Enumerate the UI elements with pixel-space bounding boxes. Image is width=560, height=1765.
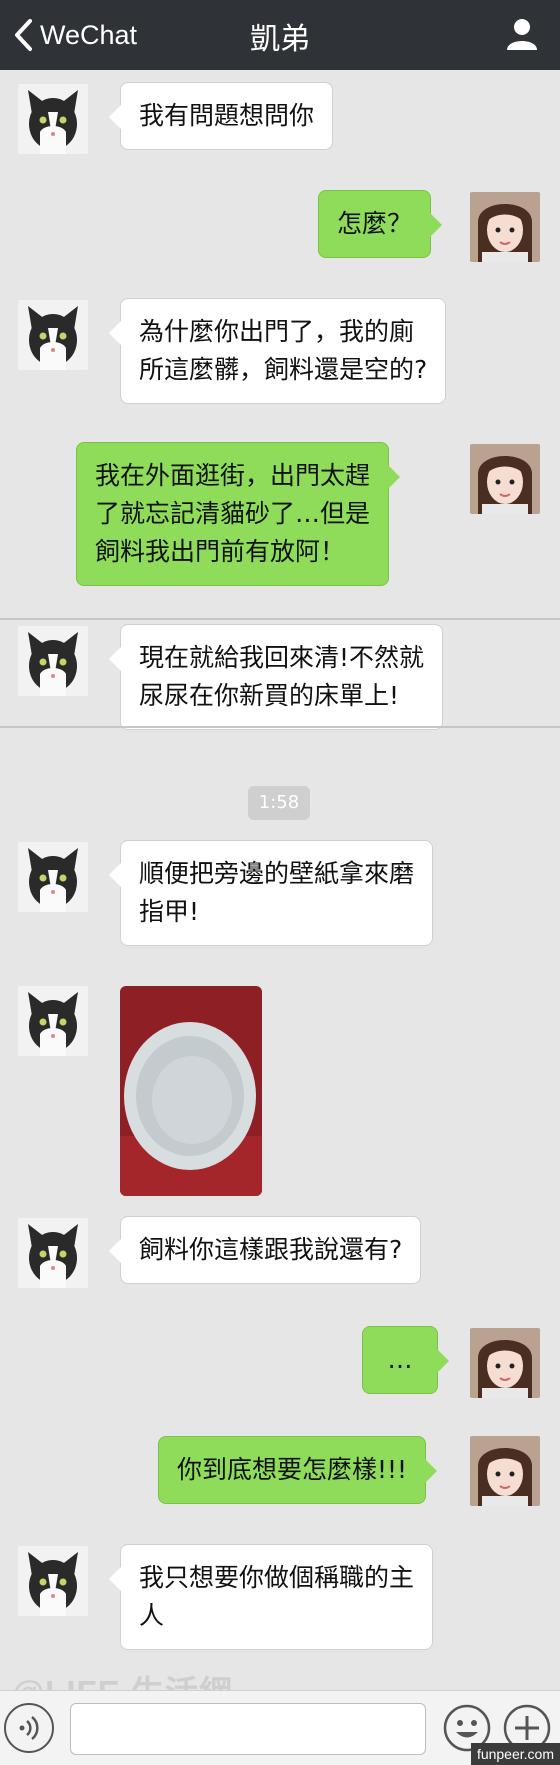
screenshot-seam xyxy=(0,726,560,728)
top-bar: WeChat 凱弟 xyxy=(0,0,560,70)
message-input[interactable] xyxy=(70,1703,426,1755)
cat-avatar[interactable] xyxy=(18,300,88,370)
message-bubble-incoming[interactable]: 順便把旁邊的壁紙拿來磨 指甲! xyxy=(108,840,434,946)
cat-avatar[interactable] xyxy=(18,1546,88,1616)
user-avatar[interactable] xyxy=(470,192,540,262)
message-text: 尿尿在你新買的床單上! xyxy=(139,681,400,710)
voice-button[interactable] xyxy=(4,1703,54,1753)
message-bubble-incoming[interactable]: 現在就給我回來清!不然就 尿尿在你新買的床單上! xyxy=(108,624,444,730)
timestamp-pill: 1:58 xyxy=(248,786,310,820)
message-bubble-incoming[interactable]: 我只想要你做個稱職的主 人 xyxy=(108,1544,434,1650)
cat-avatar[interactable] xyxy=(18,626,88,696)
message-text: 我在外面逛街，出門太趕 xyxy=(95,461,371,490)
screenshot-seam xyxy=(0,618,560,620)
chat-area[interactable]: 我有問題想問你 怎麼？ 為什麼你出門了，我的廁 所這麼髒，飼料還是空的? 我在外… xyxy=(0,70,560,1690)
message-text: 飼料我出門前有放阿！ xyxy=(95,537,346,566)
message-text: 為什麼你出門了，我的廁 xyxy=(139,317,415,346)
message-text: 我只想要你做個稱職的主 xyxy=(139,1563,415,1592)
cat-avatar[interactable] xyxy=(18,84,88,154)
chat-title: 凱弟 xyxy=(250,22,310,57)
message-text: 怎麼？ xyxy=(337,209,413,238)
message-text: 飼料你這樣跟我說還有? xyxy=(139,1235,403,1264)
message-text: 人 xyxy=(139,1601,165,1630)
message-text: 你到底想要怎麼樣!!! xyxy=(177,1455,408,1484)
voice-icon xyxy=(19,1716,39,1740)
message-bubble-outgoing[interactable]: 怎麼？ xyxy=(318,190,443,258)
cat-avatar[interactable] xyxy=(18,1218,88,1288)
message-text: 了就忘記清貓砂了…但是 xyxy=(95,499,371,528)
user-avatar[interactable] xyxy=(470,1436,540,1506)
user-avatar[interactable] xyxy=(470,1328,540,1398)
message-text: 順便把旁邊的壁紙拿來磨 xyxy=(139,859,415,888)
message-text: 指甲! xyxy=(139,897,200,926)
message-text: … xyxy=(387,1345,413,1374)
message-text: 現在就給我回來清!不然就 xyxy=(139,643,425,672)
credit-label: funpeer.com xyxy=(470,1743,560,1765)
message-bubble-incoming[interactable]: 為什麼你出門了，我的廁 所這麼髒，飼料還是空的? xyxy=(108,298,447,404)
cat-avatar[interactable] xyxy=(18,842,88,912)
image-message-empty-bowl[interactable] xyxy=(120,986,262,1196)
profile-icon[interactable] xyxy=(504,16,540,52)
message-bubble-incoming[interactable]: 我有問題想問你 xyxy=(108,82,334,150)
message-text: 我有問題想問你 xyxy=(139,101,315,130)
message-bubble-outgoing[interactable]: 你到底想要怎麼樣!!! xyxy=(158,1436,438,1504)
message-bubble-outgoing[interactable]: … xyxy=(362,1326,449,1394)
message-bubble-incoming[interactable]: 飼料你這樣跟我說還有? xyxy=(108,1216,422,1284)
message-bubble-outgoing[interactable]: 我在外面逛街，出門太趕 了就忘記清貓砂了…但是 飼料我出門前有放阿！ xyxy=(76,442,401,586)
user-avatar[interactable] xyxy=(470,444,540,514)
message-text: 所這麼髒，飼料還是空的? xyxy=(139,355,428,384)
input-bar: funpeer.com xyxy=(0,1690,560,1765)
cat-avatar[interactable] xyxy=(18,986,88,1056)
